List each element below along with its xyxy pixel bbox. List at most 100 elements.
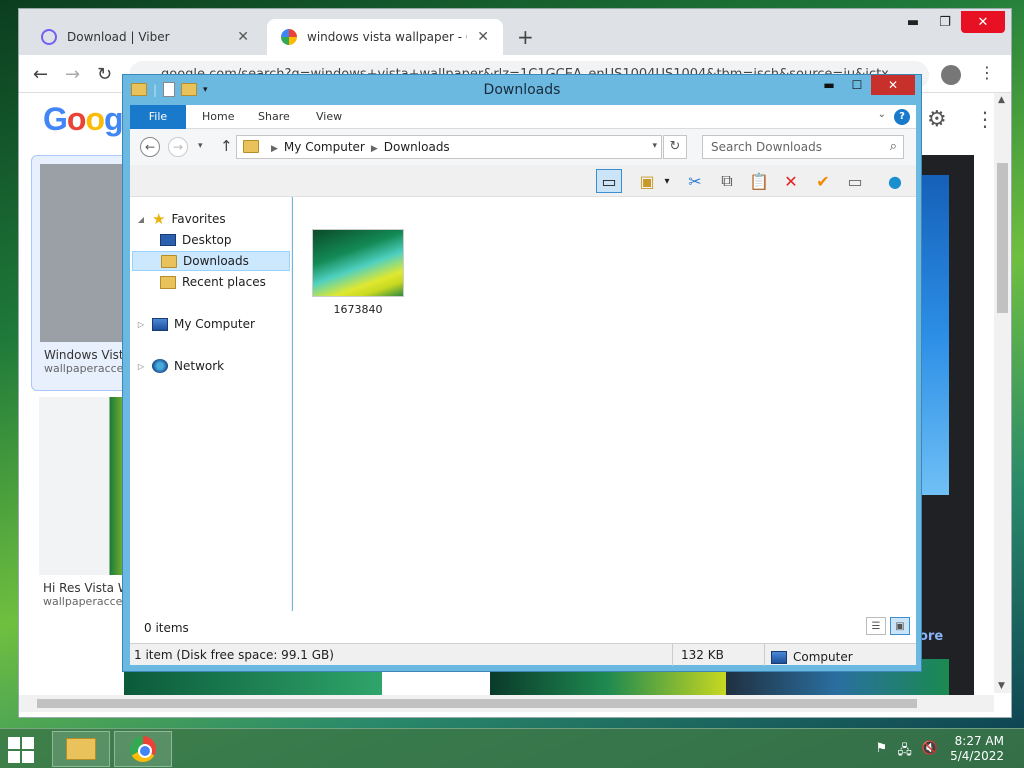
clock[interactable]: 8:27 AM 5/4/2022	[950, 734, 1004, 764]
expand-arrow-icon[interactable]: ▷	[136, 320, 146, 329]
tab-file[interactable]: File	[130, 105, 186, 129]
title-bar[interactable]: | ▾ Downloads ▬ ☐ ✕	[123, 75, 921, 105]
nav-desktop[interactable]: Desktop	[160, 230, 290, 250]
close-window-button[interactable]: ✕	[961, 11, 1005, 33]
scroll-thumb[interactable]	[997, 163, 1008, 313]
paste-icon[interactable]: 📋	[746, 169, 772, 193]
apps-grid-icon[interactable]: ⋮⋮	[975, 107, 994, 131]
nav-recent-places[interactable]: Recent places	[160, 272, 290, 292]
rename-icon[interactable]: ▭	[842, 169, 868, 193]
settings-icon[interactable]: ⚙	[927, 107, 947, 132]
delete-icon[interactable]: ✕	[778, 169, 804, 193]
network-status-icon[interactable]: 🖧	[897, 741, 912, 763]
taskbar-chrome[interactable]	[114, 731, 172, 767]
chevron-down-icon[interactable]: ⌄	[878, 109, 886, 120]
tab-home[interactable]: Home	[188, 105, 248, 129]
chevron-down-icon[interactable]: ▾	[652, 141, 657, 151]
chevron-right-icon[interactable]: ▶	[371, 144, 378, 154]
scroll-thumb[interactable]	[37, 699, 917, 708]
vertical-scrollbar[interactable]: ▲ ▼	[994, 93, 1011, 693]
tab-share[interactable]: Share	[244, 105, 304, 129]
nav-label: My Computer	[174, 317, 255, 331]
start-button[interactable]	[8, 737, 38, 763]
nav-label: Network	[174, 359, 225, 373]
address-bar[interactable]: ▶ My Computer ▶ Downloads ▾	[236, 135, 662, 159]
preview-panel: ore	[919, 155, 974, 695]
nav-label: Downloads	[183, 254, 249, 268]
google-logo[interactable]: Googl	[43, 101, 131, 138]
taskbar-explorer[interactable]	[52, 731, 110, 767]
maximize-button[interactable]: ☐	[843, 75, 871, 95]
ribbon-tabs: File Home Share View ⌄ ?	[130, 105, 916, 129]
location-label: Computer	[793, 650, 853, 664]
item-count: 0 items	[144, 621, 189, 635]
back-button[interactable]: ←	[140, 137, 160, 157]
breadcrumb-current[interactable]: Downloads	[384, 140, 450, 154]
navigation-pane: ◢ ★ Favorites Desktop Downloads Recent p…	[130, 197, 292, 611]
more-link[interactable]: ore	[919, 629, 943, 644]
select-folder-icon[interactable]: ▣	[634, 169, 660, 193]
forward-button[interactable]: →	[168, 137, 188, 157]
new-tab-button[interactable]: +	[517, 25, 534, 49]
expand-arrow-icon[interactable]: ◢	[136, 215, 146, 224]
close-window-button[interactable]: ✕	[871, 75, 915, 95]
nav-downloads[interactable]: Downloads	[132, 251, 290, 271]
folder-icon	[243, 140, 259, 153]
nav-my-computer[interactable]: ▷ My Computer	[136, 314, 294, 334]
refresh-button[interactable]: ↻	[663, 135, 687, 159]
large-icons-view-icon[interactable]: ▣	[890, 617, 910, 635]
close-icon[interactable]: ✕	[477, 29, 489, 45]
preview-pane-icon[interactable]: ▭	[596, 169, 622, 193]
checkmark-icon[interactable]: ✔	[810, 169, 836, 193]
file-list: 1673840	[293, 197, 916, 611]
profile-avatar[interactable]	[941, 65, 961, 85]
explorer-window: | ▾ Downloads ▬ ☐ ✕ File Home Share View…	[122, 74, 922, 672]
search-input[interactable]: Search Downloads ⌕	[702, 135, 904, 159]
tab-viber[interactable]: Download | Viber ✕	[27, 19, 263, 55]
expand-arrow-icon[interactable]: ▷	[136, 362, 146, 371]
globe-icon[interactable]: ●	[882, 169, 908, 193]
up-button[interactable]: ↑	[220, 137, 233, 155]
reload-button[interactable]: ↻	[97, 64, 112, 85]
horizontal-scrollbar[interactable]	[19, 695, 994, 712]
details-view-icon[interactable]: ☰	[866, 617, 886, 635]
file-item[interactable]: 1673840	[310, 229, 406, 316]
scroll-down-icon[interactable]: ▼	[998, 681, 1005, 691]
window-controls: ▬ ☐ ✕	[815, 75, 915, 95]
help-icon[interactable]: ?	[894, 109, 910, 125]
clock-date: 5/4/2022	[950, 749, 1004, 763]
tab-google-search[interactable]: windows vista wallpaper - Googl ✕	[267, 19, 503, 55]
nav-favorites[interactable]: ◢ ★ Favorites	[136, 209, 294, 229]
location-info: Computer	[764, 644, 853, 666]
selection-info: 1 item (Disk free space: 99.1 GB)	[134, 648, 334, 662]
recent-locations-icon[interactable]: ▾	[198, 141, 203, 151]
chevron-right-icon[interactable]: ▶	[271, 144, 278, 154]
nav-network[interactable]: ▷ Network	[136, 356, 294, 376]
cut-icon[interactable]: ✂	[682, 169, 708, 193]
copy-icon[interactable]: ⧉	[714, 169, 740, 193]
result-thumbnail	[39, 397, 133, 575]
forward-button[interactable]: →	[65, 64, 80, 85]
maximize-button[interactable]: ❐	[929, 11, 961, 33]
view-switcher: ☰ ▣	[866, 617, 910, 635]
volume-muted-icon[interactable]: 🔇	[922, 741, 938, 763]
desktop-icon	[160, 234, 176, 246]
status-bar: 0 items ☰ ▣	[130, 611, 916, 643]
tab-view[interactable]: View	[302, 105, 356, 129]
close-icon[interactable]: ✕	[237, 29, 249, 45]
system-tray: ⚑ 🖧 🔇	[876, 741, 938, 763]
action-center-icon[interactable]: ⚑	[876, 741, 888, 763]
downloads-folder-icon	[161, 254, 177, 268]
search-icon: ⌕	[889, 139, 897, 154]
nav-label: Desktop	[182, 233, 232, 247]
scroll-up-icon[interactable]: ▲	[998, 95, 1005, 105]
minimize-button[interactable]: ▬	[815, 75, 843, 95]
file-name: 1673840	[333, 303, 383, 316]
preview-image	[919, 175, 949, 495]
breadcrumb-root[interactable]: My Computer	[284, 140, 365, 154]
menu-icon[interactable]: ⋮	[979, 63, 995, 82]
window-title: Downloads	[483, 82, 561, 98]
chevron-down-icon[interactable]: ▾	[660, 169, 674, 193]
minimize-button[interactable]: ▬	[897, 11, 929, 33]
back-button[interactable]: ←	[33, 64, 48, 85]
